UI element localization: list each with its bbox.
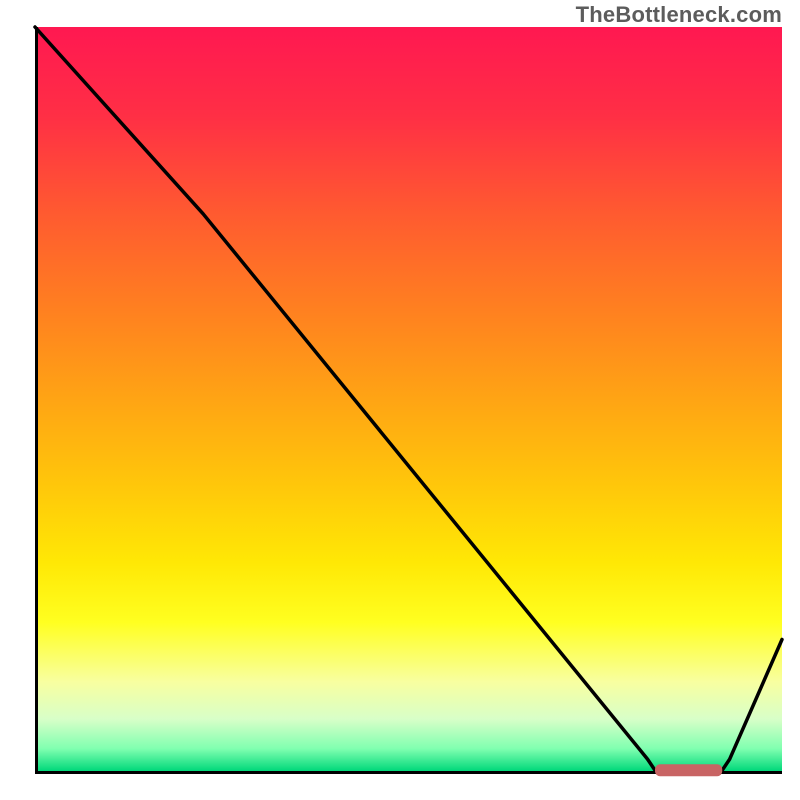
plot-background xyxy=(38,27,782,771)
sweet-spot-marker xyxy=(655,764,722,776)
attribution-text: TheBottleneck.com xyxy=(576,2,782,28)
chart-container: TheBottleneck.com xyxy=(0,0,800,800)
bottleneck-chart xyxy=(0,0,800,800)
